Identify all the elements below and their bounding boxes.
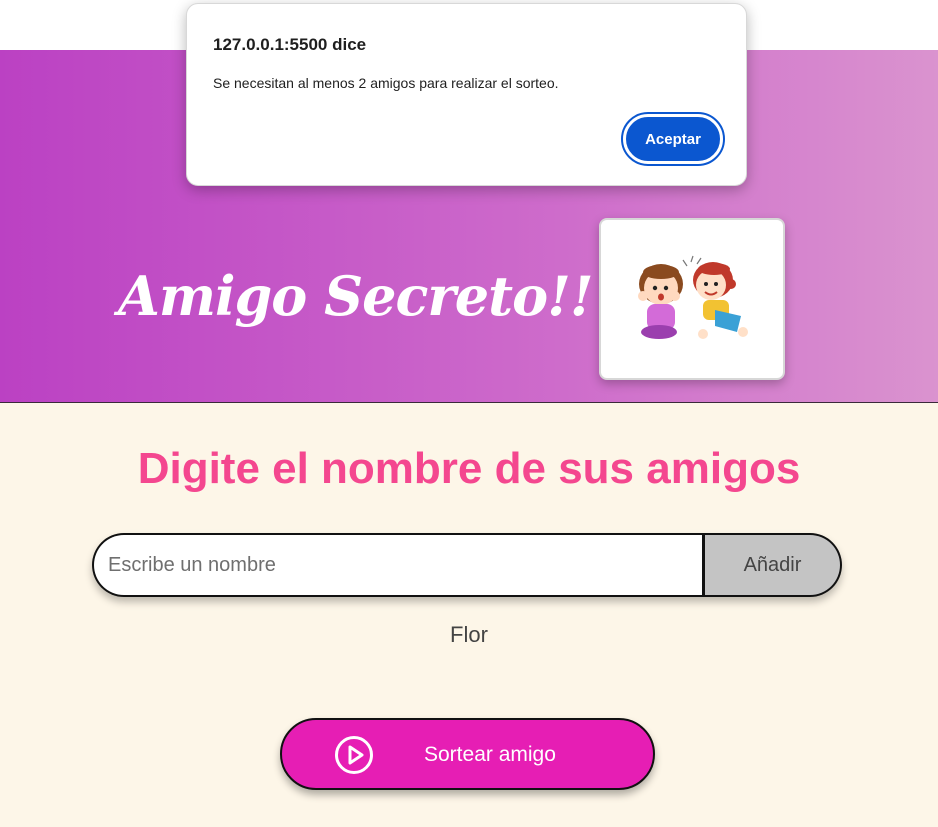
- friend-list: Flor: [0, 620, 938, 650]
- list-item: Flor: [450, 622, 488, 647]
- alert-dialog: 127.0.0.1:5500 dice Se necesitan al meno…: [186, 3, 747, 186]
- two-girls-whispering-illustration: [638, 255, 748, 339]
- dialog-title: 127.0.0.1:5500 dice: [213, 35, 367, 54]
- draw-button-label: Sortear amigo: [424, 743, 556, 766]
- name-input-group: Añadir: [92, 533, 842, 597]
- draw-friend-button[interactable]: Sortear amigo: [280, 718, 655, 790]
- app-title: Amigo Secreto!!: [118, 264, 594, 328]
- friend-name-input[interactable]: [92, 533, 704, 597]
- section-title: Digite el nombre de sus amigos: [137, 444, 801, 493]
- play-circle-icon: [335, 736, 373, 774]
- add-friend-button[interactable]: Añadir: [702, 533, 842, 597]
- header-image-card: [599, 218, 785, 380]
- page: Amigo Secreto!! Digite el nombre de sus …: [0, 0, 938, 827]
- dialog-ok-button[interactable]: Aceptar: [621, 112, 725, 166]
- dialog-message: Se necesitan al menos 2 amigos para real…: [213, 75, 559, 91]
